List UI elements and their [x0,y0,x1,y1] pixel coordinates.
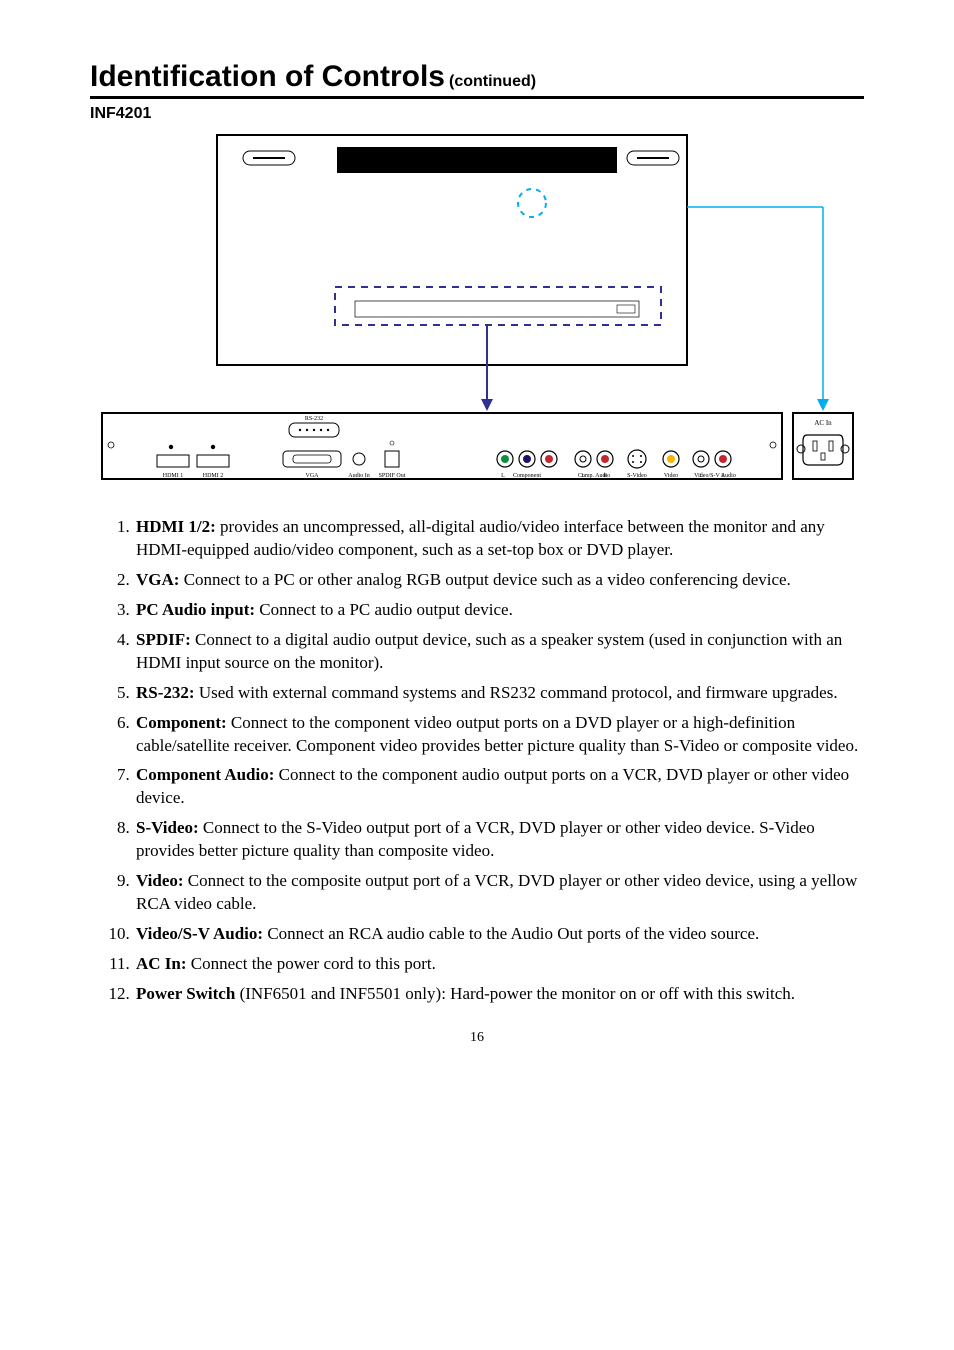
rear-panel-diagram: HDMI 1 HDMI 2 RS-232 VGA Audio In SPDIF … [90,129,864,494]
item-label: VGA: [136,570,179,589]
list-item: Component Audio: Connect to the componen… [134,764,864,810]
component-l: L [501,473,505,479]
item-text: Connect to the component video output po… [136,713,858,755]
page-number: 16 [90,1030,864,1046]
item-label: RS-232: [136,683,195,702]
list-item: Power Switch (INF6501 and INF5501 only):… [134,983,864,1006]
rs232-label: RS-232 [305,416,323,422]
audio-in-label: Audio In [348,473,370,479]
item-text: Connect the power cord to this port. [187,954,436,973]
item-label: Video: [136,871,184,890]
comp-audio-l: L [581,474,584,479]
item-label: Video/S-V Audio: [136,924,263,943]
vga-label: VGA [306,473,320,479]
item-text: (INF6501 and INF5501 only): Hard-power t… [235,984,795,1003]
item-text: Used with external command systems and R… [195,683,838,702]
component-label: Component [513,473,541,479]
model-number: INF4201 [90,105,864,123]
hdmi2-label: HDMI 2 [203,473,224,479]
item-text: Connect to a digital audio output device… [136,630,842,672]
list-item: S-Video: Connect to the S-Video output p… [134,817,864,863]
item-label: SPDIF: [136,630,191,649]
list-item: VGA: Connect to a PC or other analog RGB… [134,569,864,592]
vsv-audio-l: L [699,474,702,479]
list-item: Video: Connect to the composite output p… [134,870,864,916]
item-text: provides an uncompressed, all-digital au… [136,517,825,559]
item-text: Connect to a PC audio output device. [255,600,513,619]
svideo-label: S-Video [627,473,647,479]
list-item: Component: Connect to the component vide… [134,712,864,758]
item-text: Connect to the composite output port of … [136,871,857,913]
video-label: Video [664,473,678,479]
item-label: HDMI 1/2: [136,517,216,536]
page-title-block: Identification of Controls (continued) [90,60,864,99]
item-label: AC In: [136,954,187,973]
list-item: HDMI 1/2: provides an uncompressed, all-… [134,516,864,562]
list-item: RS-232: Used with external command syste… [134,682,864,705]
list-item: PC Audio input: Connect to a PC audio ou… [134,599,864,622]
item-label: Component Audio: [136,765,274,784]
item-text: Connect an RCA audio cable to the Audio … [263,924,759,943]
list-item: SPDIF: Connect to a digital audio output… [134,629,864,675]
page-title-main: Identification of Controls [90,60,445,93]
list-item: AC In: Connect the power cord to this po… [134,953,864,976]
connector-description-list: HDMI 1/2: provides an uncompressed, all-… [90,516,864,1006]
item-label: S-Video: [136,818,199,837]
hdmi1-label: HDMI 1 [163,473,184,479]
item-text: Connect to a PC or other analog RGB outp… [179,570,790,589]
acin-label: AC In [814,419,832,427]
item-label: Component: [136,713,227,732]
page-title-suffix: (continued) [449,73,536,90]
item-text: Connect to the S-Video output port of a … [136,818,815,860]
item-label: Power Switch [136,984,235,1003]
item-label: PC Audio input: [136,600,255,619]
spdif-label: SPDIF Out [379,473,406,479]
connector-diagram-svg: HDMI 1 HDMI 2 RS-232 VGA Audio In SPDIF … [97,129,857,489]
list-item: Video/S-V Audio: Connect an RCA audio ca… [134,923,864,946]
